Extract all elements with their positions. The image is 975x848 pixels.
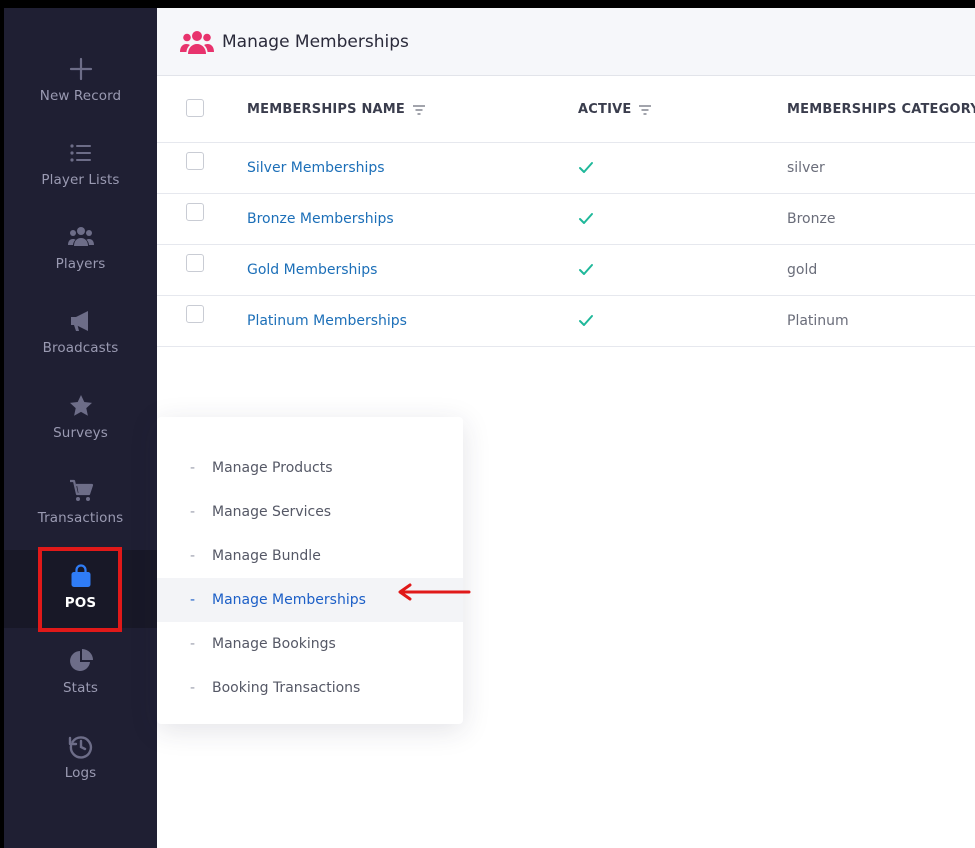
sidebar-item-logs[interactable]: Logs — [4, 733, 157, 811]
menu-item-manage-services[interactable]: - Manage Services — [157, 490, 463, 534]
membership-name-link[interactable]: Platinum Memberships — [247, 296, 407, 346]
membership-category: gold — [787, 262, 818, 278]
check-icon — [579, 315, 593, 326]
sidebar-item-transactions[interactable]: Transactions — [4, 478, 157, 556]
sidebar-item-player-lists[interactable]: Player Lists — [4, 140, 157, 218]
sidebar: New Record Player Lists Players Broadcas… — [4, 8, 157, 848]
column-header-label: ACTIVE — [578, 102, 632, 117]
menu-item-label: Manage Bundle — [212, 548, 321, 564]
menu-item-label: Manage Bookings — [212, 636, 336, 652]
menu-item-label: Manage Products — [212, 460, 333, 476]
active-status — [578, 143, 594, 193]
sidebar-item-label: Players — [55, 256, 106, 272]
pie-chart-icon — [69, 649, 93, 671]
page-title: Manage Memberships — [222, 31, 409, 52]
page-header: Manage Memberships — [157, 8, 975, 76]
column-header-label: MEMBERSHIPS NAME — [247, 102, 406, 117]
membership-category: Platinum — [787, 313, 849, 329]
sidebar-item-label: Player Lists — [41, 172, 120, 188]
cart-icon — [69, 479, 93, 501]
column-header-label: MEMBERSHIPS CATEGORY — [787, 102, 975, 117]
menu-dash: - — [190, 636, 196, 652]
menu-dash: - — [190, 548, 196, 564]
menu-item-manage-bookings[interactable]: - Manage Bookings — [157, 622, 463, 666]
plus-icon — [69, 57, 92, 81]
table-header-row: MEMBERSHIPS NAME ACTIVE MEMBERSHIPS CATE… — [157, 77, 975, 143]
row-checkbox[interactable] — [186, 203, 204, 221]
row-checkbox[interactable] — [186, 152, 204, 170]
column-header-active[interactable]: ACTIVE — [578, 77, 652, 142]
menu-dash: - — [190, 680, 196, 696]
column-header-memberships-category[interactable]: MEMBERSHIPS CATEGORY — [787, 77, 975, 142]
sidebar-item-label: Transactions — [37, 510, 124, 526]
check-icon — [579, 162, 593, 173]
table-row[interactable]: Silver Memberships silver — [157, 143, 975, 194]
active-status — [578, 245, 594, 295]
star-icon — [69, 395, 92, 416]
row-checkbox[interactable] — [186, 305, 204, 323]
menu-item-manage-bundle[interactable]: - Manage Bundle — [157, 534, 463, 578]
sidebar-item-label: New Record — [39, 88, 122, 104]
table-row[interactable]: Platinum Memberships Platinum — [157, 296, 975, 347]
menu-dash: - — [190, 460, 196, 476]
sidebar-item-label: Surveys — [53, 425, 108, 441]
membership-name-link[interactable]: Gold Memberships — [247, 245, 377, 295]
pos-annotation-box — [38, 547, 122, 632]
app-window: New Record Player Lists Players Broadcas… — [4, 8, 975, 848]
sidebar-item-surveys[interactable]: Surveys — [4, 393, 157, 471]
annotation-arrow-icon — [398, 583, 471, 601]
menu-dash: - — [190, 504, 196, 520]
membership-name-link[interactable]: Silver Memberships — [247, 143, 385, 193]
sidebar-item-broadcasts[interactable]: Broadcasts — [4, 308, 157, 386]
column-header-memberships-name[interactable]: MEMBERSHIPS NAME — [247, 77, 426, 142]
sidebar-item-new-record[interactable]: New Record — [4, 56, 157, 134]
row-checkbox[interactable] — [186, 254, 204, 272]
menu-item-booking-transactions[interactable]: - Booking Transactions — [157, 666, 463, 710]
sidebar-item-label: Broadcasts — [42, 340, 119, 356]
pos-submenu: - Manage Products - Manage Services - Ma… — [157, 417, 463, 724]
users-icon — [67, 227, 94, 246]
memberships-table: MEMBERSHIPS NAME ACTIVE MEMBERSHIPS CATE… — [157, 77, 975, 347]
membership-name-link[interactable]: Bronze Memberships — [247, 194, 394, 244]
filter-icon[interactable] — [413, 104, 426, 115]
sidebar-item-label: Logs — [64, 765, 97, 781]
menu-item-label: Manage Services — [212, 504, 332, 520]
table-row[interactable]: Bronze Memberships Bronze — [157, 194, 975, 245]
sidebar-item-stats[interactable]: Stats — [4, 648, 157, 726]
users-icon — [180, 30, 214, 54]
menu-item-manage-products[interactable]: - Manage Products — [157, 446, 463, 490]
check-icon — [579, 264, 593, 275]
megaphone-icon — [70, 311, 88, 331]
check-icon — [579, 213, 593, 224]
history-icon — [68, 736, 92, 759]
membership-category: Bronze — [787, 211, 836, 227]
active-status — [578, 296, 594, 346]
sidebar-item-label: Stats — [63, 680, 98, 696]
membership-category: silver — [787, 160, 825, 176]
select-all-checkbox[interactable] — [186, 99, 204, 117]
sidebar-item-players[interactable]: Players — [4, 224, 157, 302]
menu-dash: - — [190, 592, 196, 608]
menu-item-label: Manage Memberships — [212, 592, 366, 608]
menu-item-label: Booking Transactions — [212, 680, 361, 696]
list-icon — [69, 144, 91, 162]
table-row[interactable]: Gold Memberships gold — [157, 245, 975, 296]
active-status — [578, 194, 594, 244]
filter-icon[interactable] — [639, 104, 652, 115]
